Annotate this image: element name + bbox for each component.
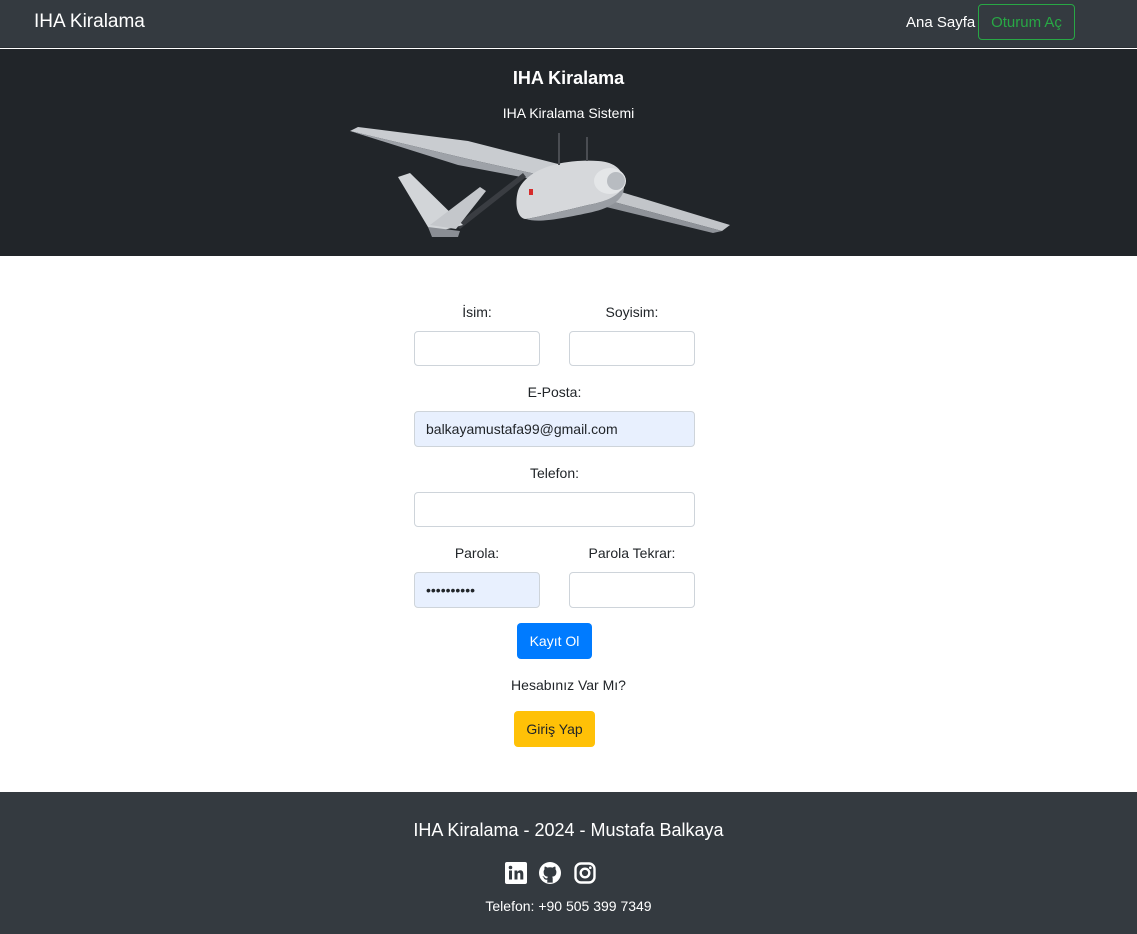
linkedin-icon[interactable] <box>505 862 527 884</box>
navbar-login-button[interactable]: Oturum Aç <box>978 4 1075 40</box>
login-button[interactable]: Giriş Yap <box>514 711 595 747</box>
instagram-icon[interactable] <box>574 862 596 884</box>
navbar: IHA Kiralama Ana Sayfa Oturum Aç <box>0 0 1137 48</box>
password-repeat-input[interactable] <box>569 572 695 608</box>
password-label: Parola: <box>454 545 500 561</box>
footer-title: IHA Kiralama - 2024 - Mustafa Balkaya <box>413 820 724 840</box>
register-button[interactable]: Kayıt Ol <box>517 623 592 659</box>
phone-input[interactable] <box>414 492 695 527</box>
drone-image <box>350 127 730 237</box>
hero-subtitle: IHA Kiralama Sistemi <box>502 105 635 121</box>
nav-link-home[interactable]: Ana Sayfa <box>906 14 975 31</box>
email-input[interactable] <box>414 411 695 447</box>
last-name-label: Soyisim: <box>605 304 659 320</box>
password-repeat-label: Parola Tekrar: <box>588 545 676 561</box>
hero-title: IHA Kiralama <box>512 68 625 88</box>
github-icon[interactable] <box>539 862 561 884</box>
first-name-input[interactable] <box>414 331 540 366</box>
navbar-brand[interactable]: IHA Kiralama <box>34 11 145 33</box>
hero-banner: IHA Kiralama IHA Kiralama Sistemi <box>0 49 1137 256</box>
phone-label: Telefon: <box>529 465 580 481</box>
email-label: E-Posta: <box>527 384 582 400</box>
footer-phone: Telefon: +90 505 399 7349 <box>485 898 652 914</box>
footer: IHA Kiralama - 2024 - Mustafa Balkaya Te… <box>0 792 1137 934</box>
last-name-input[interactable] <box>569 331 695 366</box>
first-name-label: İsim: <box>462 304 492 320</box>
password-input[interactable] <box>414 572 540 608</box>
have-account-text: Hesabınız Var Mı? <box>511 677 626 693</box>
